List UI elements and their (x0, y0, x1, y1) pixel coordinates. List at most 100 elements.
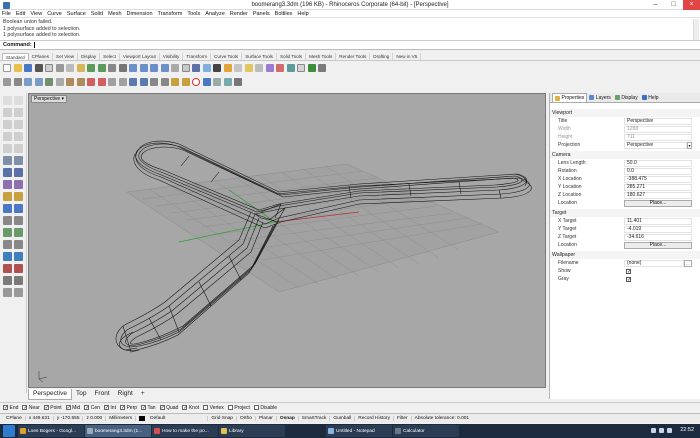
tab-render-tools[interactable]: Render Tools (336, 53, 371, 60)
open-file-icon[interactable] (13, 64, 22, 72)
circle-icon[interactable] (14, 120, 23, 129)
zoom-selected-icon[interactable] (160, 64, 169, 72)
unroll-icon[interactable] (14, 288, 23, 297)
mirror-icon[interactable] (45, 78, 53, 86)
viewport-label[interactable]: Perspective ▾ (31, 95, 68, 103)
tab-visibility[interactable]: Visibility (160, 53, 184, 60)
options-icon[interactable] (297, 64, 305, 72)
menu-tools[interactable]: Tools (187, 11, 200, 17)
save-icon[interactable] (24, 64, 32, 72)
checkbox[interactable]: ✓ (119, 405, 125, 411)
copy-object-icon[interactable] (13, 78, 22, 86)
tab-viewport-layout[interactable]: Viewport Layout (120, 53, 160, 60)
mesh-icon[interactable] (3, 180, 12, 189)
cplane-indicator[interactable]: CPlane (3, 416, 25, 421)
gray-checkbox[interactable]: ✓ (626, 276, 631, 282)
lock-icon[interactable] (171, 78, 179, 86)
undo-icon[interactable] (87, 64, 95, 72)
taskbar-clock[interactable]: 22:52 (680, 427, 694, 433)
curve-icon[interactable] (3, 120, 12, 129)
taskbar-item-notepad[interactable]: Untitled - Notepad (326, 425, 392, 437)
panel-tab-help[interactable]: Help (640, 93, 661, 102)
tray-icon[interactable] (651, 428, 656, 433)
taskbar-item-rhino[interactable]: boomerang3.3dm (1... (85, 425, 151, 437)
checkbox[interactable]: ✓ (43, 405, 49, 411)
network-icon[interactable] (659, 428, 664, 433)
points-on-icon[interactable] (129, 78, 137, 86)
print-icon[interactable] (34, 64, 43, 72)
rotate-icon[interactable] (24, 78, 32, 86)
add-viewport-tab-button[interactable]: + (137, 389, 149, 399)
line-icon[interactable] (3, 108, 12, 117)
properties-icon[interactable] (255, 64, 263, 72)
split-icon[interactable] (97, 78, 106, 86)
checkbox[interactable]: ✓ (22, 405, 28, 411)
surface-icon[interactable] (3, 156, 12, 165)
planar-toggle[interactable]: Planar (254, 416, 276, 421)
taskbar-item-calculator[interactable]: Calculator (393, 425, 459, 437)
ellipse-icon[interactable] (14, 132, 23, 141)
tab-solid-tools[interactable]: Solid Tools (277, 53, 307, 60)
menu-analyze[interactable]: Analyze (205, 11, 225, 17)
hatch-icon[interactable] (14, 216, 23, 225)
extrude-icon[interactable] (14, 156, 23, 165)
y-target-field[interactable]: -4.019 (624, 225, 692, 233)
select-arrow-icon[interactable] (3, 96, 12, 105)
tab-curve-tools[interactable]: Curve Tools (211, 53, 243, 60)
close-button[interactable]: × (683, 0, 700, 10)
viewport-tab-right[interactable]: Right (114, 389, 137, 399)
z-target-field[interactable]: -34.616 (624, 233, 692, 241)
boolean-difference-icon[interactable] (14, 204, 23, 213)
mesh-box-icon[interactable] (14, 180, 23, 189)
checkbox[interactable]: ✓ (182, 405, 188, 411)
help-topics-icon[interactable] (307, 64, 316, 72)
checkbox[interactable] (253, 405, 259, 410)
filter-toggle[interactable]: Filter (393, 416, 411, 421)
osnap-project[interactable]: Project (227, 405, 250, 411)
show-icon[interactable] (160, 78, 169, 86)
taskbar-item-browser[interactable]: How to make the po... (152, 425, 218, 437)
osnap-point[interactable]: ✓ Point (43, 405, 62, 411)
start-button[interactable] (3, 425, 15, 437)
title-field[interactable]: Perspective (624, 117, 692, 125)
text-icon[interactable] (3, 216, 12, 225)
menu-boltiles[interactable]: Boltiles (275, 11, 293, 17)
render-icon[interactable] (223, 64, 232, 72)
light-bulb-icon[interactable] (14, 264, 23, 273)
tab-standard[interactable]: Standard (2, 53, 29, 60)
unlock-icon[interactable] (181, 78, 190, 86)
viewport-tab-perspective[interactable]: Perspective (28, 388, 72, 400)
checkbox[interactable] (203, 405, 209, 410)
lens-length-field[interactable]: 50.0 (624, 159, 692, 167)
shaded-icon[interactable] (202, 64, 211, 72)
history-scrollbar[interactable] (693, 19, 699, 40)
tab-surface-tools[interactable]: Surface Tools (242, 53, 277, 60)
offset-icon[interactable] (14, 192, 23, 201)
distance-icon[interactable] (223, 78, 232, 86)
osnap-near[interactable]: ✓ Near (22, 405, 40, 411)
tab-drafting[interactable]: Drafting (370, 53, 394, 60)
tab-select[interactable]: Select (100, 53, 120, 60)
osnap-tan[interactable]: ✓ Tan (141, 405, 156, 411)
copy-icon[interactable] (66, 64, 74, 72)
grid-snap-toggle[interactable]: Grid Snap (207, 416, 236, 421)
checkbox[interactable] (227, 405, 233, 410)
checkbox[interactable]: ✓ (159, 405, 165, 411)
osnap-int[interactable]: ✓ Int (103, 405, 116, 411)
osnap-cen[interactable]: ✓ Cen (84, 405, 100, 411)
tab-mesh-tools[interactable]: Mesh Tools (306, 53, 337, 60)
checkbox[interactable]: ✓ (3, 405, 8, 411)
menu-help[interactable]: Help (297, 11, 308, 17)
sphere-icon[interactable] (14, 168, 23, 177)
checkbox[interactable]: ✓ (84, 405, 89, 411)
minimize-button[interactable]: – (647, 0, 664, 10)
zoom-icon[interactable] (129, 64, 137, 72)
projection-select[interactable]: Perspective (624, 141, 687, 149)
show-checkbox[interactable]: ✓ (626, 268, 631, 274)
camera-place-button[interactable]: Place... (624, 199, 692, 207)
menu-edit[interactable]: Edit (16, 11, 25, 17)
osnap-toggle[interactable]: Osnap (275, 416, 298, 421)
rotate-view-icon[interactable] (118, 64, 127, 72)
hide-icon[interactable] (150, 78, 158, 86)
checkbox[interactable]: ✓ (141, 405, 146, 411)
